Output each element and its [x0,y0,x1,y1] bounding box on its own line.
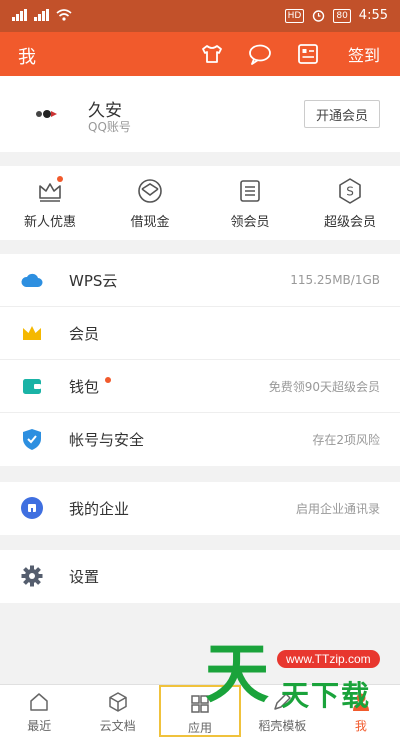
tab-cloud-docs[interactable]: 云文档 [78,685,156,737]
card-icon[interactable] [294,40,322,68]
wifi-icon [56,9,72,21]
signal-icon [34,9,49,21]
menu-group-enterprise: 我的企业 启用企业通讯录 [0,482,400,535]
menu-item-vip[interactable]: 会员 [0,307,400,360]
avatar-logo-icon [36,110,57,118]
profile-card[interactable]: 久安 QQ账号 开通会员 [0,76,400,152]
menu-item-label: 设置 [69,568,100,586]
building-icon [20,496,44,520]
security-risk-text: 存在2项风险 [312,433,380,447]
tab-label: 我 [354,719,367,733]
status-bar: HD 80 4:55 [0,0,400,32]
menu-group-settings: 设置 [0,550,400,603]
quick-action-get-vip[interactable]: 领会员 [200,166,300,240]
menu-item-wps-cloud[interactable]: WPS云 115.25MB/1GB [0,254,400,307]
app-bar: 我 签到 [0,32,400,76]
quick-action-cash[interactable]: 借现金 [100,166,200,240]
tab-me[interactable]: 我 [322,685,400,737]
tab-docer-templates[interactable]: 稻壳模板 [243,685,321,737]
alarm-icon [313,10,325,22]
quick-action-label: 超级会员 [323,215,376,230]
status-left [12,9,72,21]
menu-item-label: WPS云 [69,271,118,290]
crown-icon [20,321,44,345]
quick-action-label: 借现金 [130,215,170,230]
menu-item-my-enterprise[interactable]: 我的企业 启用企业通讯录 [0,482,400,535]
battery-indicator: 80 [333,8,351,23]
cloud-icon [20,268,44,292]
menu-item-label: 帐号与安全 [69,431,145,449]
tab-apps[interactable]: 应用 [158,685,242,737]
tab-label: 稻壳模板 [258,719,307,733]
list-card-icon [240,180,260,202]
signin-button[interactable]: 签到 [348,42,380,66]
open-vip-button[interactable]: 开通会员 [304,100,380,128]
quick-actions: 新人优惠 借现金 领会员 S 超级会员 [0,166,400,240]
shield-check-icon [20,427,44,451]
tab-label: 应用 [188,721,213,735]
menu-group-main: WPS云 115.25MB/1GB 会员 钱包 免费领90天超级会员 帐号与安全… [0,254,400,466]
cube-icon [108,692,127,712]
wallet-promo: 免费领90天超级会员 [268,379,380,394]
status-time: 4:55 [358,8,388,23]
menu-item-label: 会员 [69,324,100,343]
menu-item-wallet[interactable]: 钱包 免费领90天超级会员 [0,360,400,413]
gear-icon [20,564,44,588]
tab-label: 最近 [27,719,52,733]
notification-dot [105,377,111,383]
pen-icon [274,693,292,710]
watermark-url: www.TTzip.com [277,650,380,668]
status-right: HD 80 4:55 [284,8,388,23]
bottom-nav: 最近 云文档 应用 稻壳模板 我 [0,684,400,737]
account-type: QQ账号 [88,120,131,134]
quick-action-label: 新人优惠 [23,215,76,230]
enterprise-hint: 启用企业通讯录 [295,502,380,516]
quick-action-label: 领会员 [230,215,270,230]
storage-usage: 115.25MB/1GB [290,273,380,287]
tab-label: 云文档 [99,719,136,733]
home-icon [30,693,48,711]
hexagon-dollar-icon: S [339,178,361,204]
quick-action-new-user[interactable]: 新人优惠 [0,166,100,240]
page-title: 我 [18,47,36,68]
hd-badge: HD [284,8,305,23]
chat-bubble-icon[interactable] [246,40,274,68]
tab-recent[interactable]: 最近 [0,685,78,737]
notification-dot [57,176,63,182]
menu-item-account-security[interactable]: 帐号与安全 存在2项风险 [0,413,400,466]
svg-text:S: S [346,185,354,199]
quick-action-super-vip[interactable]: S 超级会员 [300,166,400,240]
person-icon [352,693,369,711]
menu-item-settings[interactable]: 设置 [0,550,400,603]
menu-item-label: 我的企业 [69,500,130,518]
wallet-icon [20,374,44,398]
menu-item-label: 钱包 [69,377,100,396]
signal-icon [12,9,27,21]
shirt-icon[interactable] [198,40,226,68]
grid-icon [191,695,209,713]
app-bar-actions: 签到 [198,40,380,68]
money-icon [138,179,162,203]
avatar[interactable] [20,88,72,140]
